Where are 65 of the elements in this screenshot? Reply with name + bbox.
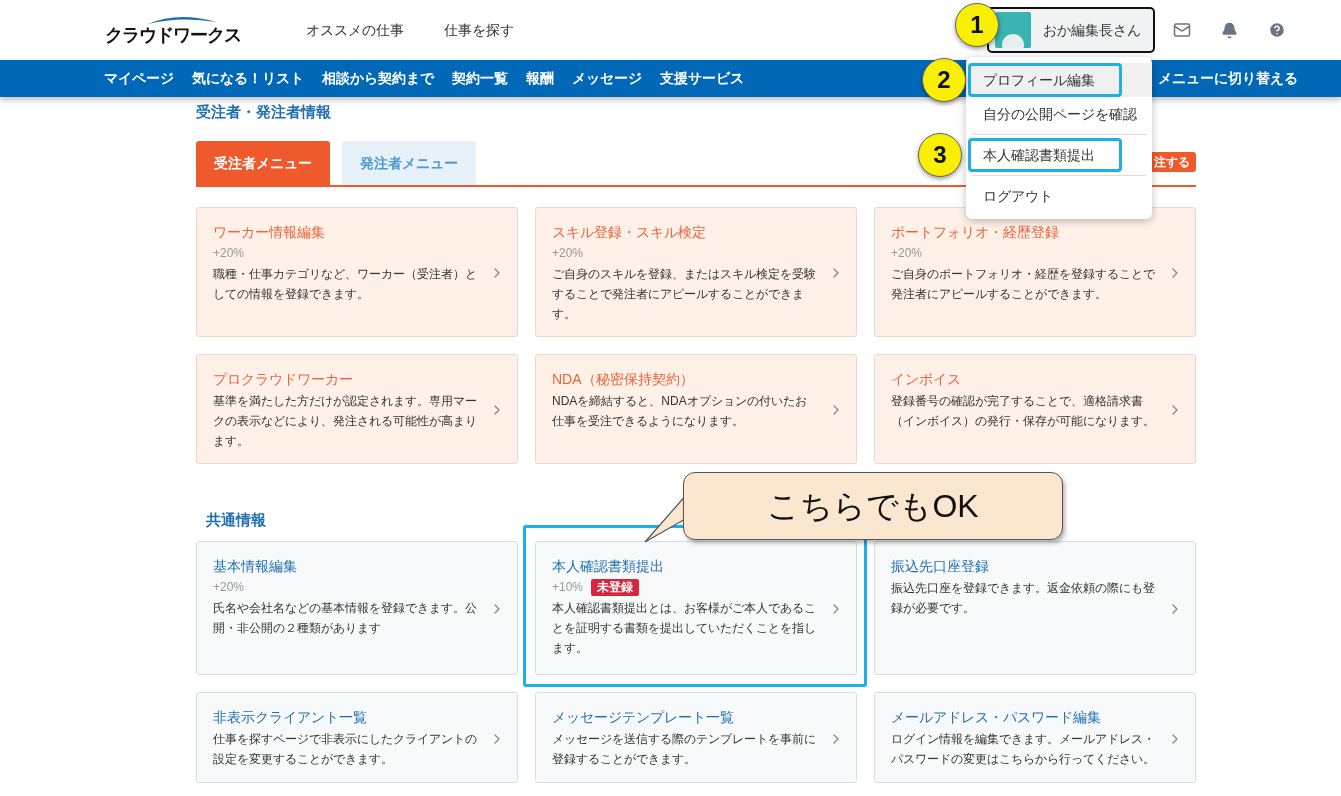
card-description: メッセージを送信する際のテンプレートを事前に登録することができます。	[552, 731, 816, 768]
menu-card[interactable]: メールアドレス・パスワード編集 ログイン情報を編集できます。メールアドレス・パスワードの変更はこちらから行ってください。	[874, 692, 1196, 783]
header-nav-link[interactable]: 仕事を探す	[444, 19, 514, 41]
status-badge: 未登録	[591, 578, 640, 596]
card-description: 基準を満たした方だけが認定されます。専用マークの表示などにより、発注される可能性が高まります。	[213, 393, 477, 450]
card-description: 振込先口座を登録できます。返金依頼の際にも登録が必要です。	[891, 580, 1155, 617]
card-description: 仕事を探すページで非表示にしたクライアントの設定を変更することができます。	[213, 731, 477, 768]
subnav-link[interactable]: 気になる！リスト	[192, 68, 304, 89]
step-marker: 1	[955, 3, 999, 47]
subnav-link[interactable]: メッセージ	[572, 68, 642, 89]
card-title: メールアドレス・パスワード編集	[891, 708, 1102, 727]
card-description: ログイン情報を編集できます。メールアドレス・パスワードの変更はこちらから行ってください。	[891, 731, 1155, 768]
mail-icon[interactable]	[1173, 21, 1191, 39]
card-description: 氏名や会社名などの基本情報を登録できます。公開・非公開の２種類があります	[213, 600, 477, 637]
card-title: NDA（秘密保持契約）	[552, 370, 695, 389]
menu-card[interactable]: 基本情報編集 +20% 氏名や会社名などの基本情報を登録できます。公開・非公開の２種類があります	[196, 541, 518, 675]
step-marker: 3	[918, 133, 962, 177]
menu-card[interactable]: 振込先口座登録 振込先口座を登録できます。返金依頼の際にも登録が必要です。	[874, 541, 1196, 675]
card-title: 振込先口座登録	[891, 557, 990, 576]
bonus-percent: +20%	[891, 245, 923, 262]
subnav-link[interactable]: 報酬	[526, 68, 554, 89]
card-title: プロクラウドワーカー	[213, 370, 354, 389]
subnav-link[interactable]: 支援サービス	[660, 68, 744, 89]
card-title: スキル登録・スキル検定	[552, 223, 707, 242]
subnav-link[interactable]: 相談から契約まで	[322, 68, 434, 89]
card-title: メッセージテンプレート一覧	[552, 708, 735, 727]
card-description: 登録番号の確認が完了することで、適格請求書（インボイス）の発行・保存が可能になります。	[891, 393, 1155, 430]
menu-card[interactable]: NDA（秘密保持契約） NDAを締結すると、NDAオプションの付いたお仕事を受注できるようになります。	[535, 354, 857, 464]
menu-card[interactable]: ワーカー情報編集 +20% 職種・仕事カテゴリなど、ワーカー（受注者）としての情報を登録できます。	[196, 207, 518, 337]
menu-card[interactable]: スキル登録・スキル検定 +20% ご自身のスキルを登録、またはスキル検定を受験することで発注者にアピールすることができます。	[535, 207, 857, 337]
card-description: 本人確認書類提出とは、お客様がご本人であることを証明する書類を提出していただくことを指します。	[552, 600, 816, 657]
bonus-percent: +20%	[213, 245, 245, 262]
card-description: NDAを締結すると、NDAオプションの付いたお仕事を受注できるようになります。	[552, 393, 808, 430]
card-description: ご自身のポートフォリオ・経歴を登録することで発注者にアピールすることができます。	[891, 266, 1155, 303]
user-menu-button[interactable]: おか編集長さん	[987, 7, 1155, 53]
menu-card[interactable]: インボイス 登録番号の確認が完了することで、適格請求書（インボイス）の発行・保存が可能になります。	[874, 354, 1196, 464]
subnav-link[interactable]: 契約一覧	[452, 68, 508, 89]
header-nav-link[interactable]: オススメの仕事	[306, 19, 404, 41]
dropdown-item[interactable]: プロフィール編集	[968, 63, 1122, 97]
card-title: ワーカー情報編集	[213, 223, 326, 242]
dropdown-item[interactable]: 自分の公開ページを確認	[968, 97, 1152, 131]
card-description: 職種・仕事カテゴリなど、ワーカー（受注者）としての情報を登録できます。	[213, 266, 477, 303]
notification-icon[interactable]	[1221, 21, 1238, 39]
dropdown-item[interactable]: 本人確認書類提出	[968, 138, 1122, 172]
menu-card[interactable]: メッセージテンプレート一覧 メッセージを送信する際のテンプレートを事前に登録することができます。	[535, 692, 857, 783]
card-title: インボイス	[891, 370, 962, 389]
card-title: 本人確認書類提出	[552, 557, 665, 576]
card-title: 基本情報編集	[213, 557, 298, 576]
menu-card[interactable]: ポートフォリオ・経歴登録 +20% ご自身のポートフォリオ・経歴を登録することで発注者にアピールすることができます。	[874, 207, 1196, 337]
logo[interactable]: クラウドワークス	[105, 15, 241, 45]
menu-card[interactable]: プロクラウドワーカー 基準を満たした方だけが認定されます。専用マークの表示などにより、発注される可能性が高まります。	[196, 354, 518, 464]
page-title: 受注者・発注者情報	[196, 102, 331, 122]
card-title: 非表示クライアント一覧	[213, 708, 368, 727]
menu-card[interactable]: 非表示クライアント一覧 仕事を探すページで非表示にしたクライアントの設定を変更することができます。	[196, 692, 518, 783]
menu-card[interactable]: 本人確認書類提出 +10% 未登録 本人確認書類提出とは、お客様がご本人であることを証明する書類を提出していただくことを指します。	[535, 541, 857, 675]
section-title: 共通情報	[206, 510, 266, 530]
menu-switch-link[interactable]: メニューに切り替える	[1158, 68, 1298, 89]
avatar-placeholder	[995, 12, 1031, 48]
card-description: ご自身のスキルを登録、またはスキル検定を受験することで発注者にアピールすることができます。	[552, 266, 816, 323]
subnav-link[interactable]: マイページ	[104, 68, 174, 89]
card-title: ポートフォリオ・経歴登録	[891, 223, 1060, 242]
bonus-percent: +20%	[213, 579, 245, 596]
help-icon[interactable]	[1268, 21, 1286, 39]
bonus-percent: +10%	[552, 579, 584, 596]
bonus-percent: +20%	[552, 245, 584, 262]
